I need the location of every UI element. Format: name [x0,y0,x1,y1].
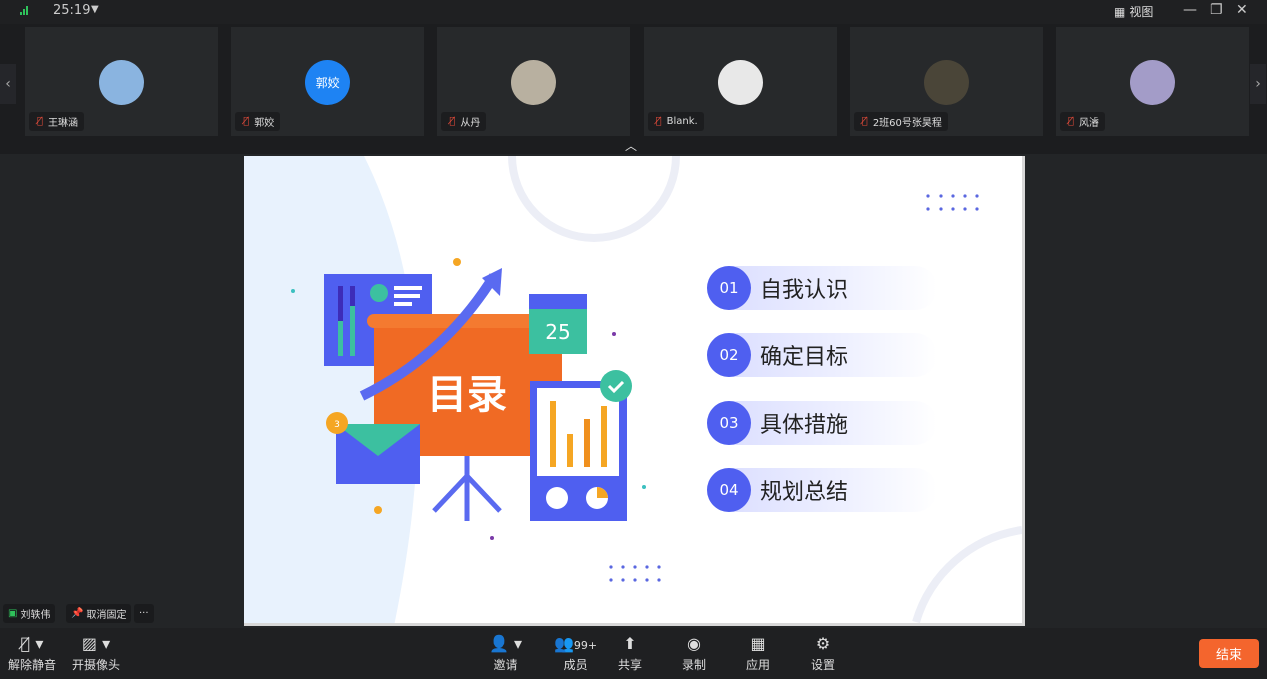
view-button[interactable]: ▦ 视图 [1114,3,1153,20]
more-button[interactable]: ··· [134,604,154,623]
grid-icon: ▦ [1114,4,1126,19]
settings-button[interactable]: ⚙ 设置 [811,634,835,673]
participant-tile[interactable]: 🎙̸ Blank. [643,27,837,136]
camera-off-icon: ▨ ▾ [81,634,111,653]
end-meeting-button[interactable]: 结束 [1199,639,1259,668]
scroll-right-button[interactable]: › [1250,64,1266,104]
participant-tile[interactable]: 🎙̸ 王琳涵 [25,27,218,136]
active-speaker-tag: ▣ 刘轶伟 [3,604,56,623]
participant-name-tag: 🎙̸ 2班60号张昊程 [853,112,948,131]
unpin-button[interactable]: 📌 取消固定 [66,604,132,623]
envelope-badge: 3 [334,420,340,430]
slide-illustration: 目录 25 3 [244,156,1022,623]
participant-avatar [99,60,144,105]
invite-button[interactable]: 👤 ▾ 邀请 [489,634,522,673]
toc-label: 规划总结 [760,479,849,505]
close-button[interactable]: ✕ [1236,2,1248,18]
shared-screen-area: 目录 25 3 01 自我认识 02 确定目标 03 具体措施 04 规划总结 [0,154,1267,628]
pin-icon: 📌 [71,608,84,619]
meeting-timer: 25:19 [53,3,91,18]
participant-name-tag: 🎙̸ Blank. [647,112,704,131]
share-button[interactable]: ⬆ 共享 [618,634,642,673]
top-bar: 25:19 ▼ ▦ 视图 — ❐ ✕ [0,0,1267,24]
toc-item: 03 具体措施 [707,400,937,445]
record-button[interactable]: ◉ 录制 [682,634,706,673]
meeting-toolbar: 🎙̸ ▾ 解除静音 ▨ ▾ 开摄像头 👤 ▾ 邀请 👥99+ 成员 ⬆ 共享 ◉ 录制 ▦ 应… [0,628,1267,679]
calendar-day: 25 [545,320,570,344]
participant-strip: ‹ › 🎙̸ 王琳涵 郭姣 🎙̸ 郭姣 🎙̸ 从丹 🎙̸ Blank. 🎙̸ 2班60号张昊… [0,24,1267,154]
participant-tile[interactable]: 🎙̸ 2班60号张昊程 [849,27,1043,136]
invite-icon: 👤 ▾ [489,634,523,653]
background-ring-bottom [912,526,1022,623]
participant-avatar: 郭姣 [305,60,351,105]
toc-label: 确定目标 [760,345,849,371]
participant-tile[interactable]: 🎙̸ 风濬 [1056,27,1249,136]
minimize-button[interactable]: — [1183,2,1197,18]
participant-avatar [717,60,763,105]
toc-number: 04 [707,467,751,512]
share-icon: ⬆ [623,634,637,653]
record-icon: ◉ [687,634,701,653]
participant-name-tag: 🎙̸ 郭姣 [235,112,281,131]
participant-name-tag: 🎙̸ 王琳涵 [29,112,85,131]
participant-avatar [511,60,557,105]
dot-grid [609,194,979,582]
participant-avatar [923,60,969,105]
scroll-left-button[interactable]: ‹ [0,64,16,104]
collapse-strip-button[interactable]: ︿ [625,137,637,154]
speaker-icon: ▣ [8,608,18,619]
toc-number: 02 [707,333,751,378]
participant-name-tag: 🎙̸ 从丹 [441,112,487,131]
apps-button[interactable]: ▦ 应用 [746,634,770,673]
participant-avatar [1130,60,1175,105]
apps-icon: ▦ [750,634,766,653]
presentation-slide: 目录 25 3 01 自我认识 02 确定目标 03 具体措施 04 规划总结 [244,156,1025,626]
participant-name-tag: 🎙̸ 风濬 [1060,112,1106,131]
muted-mic-icon: 🎙̸ [861,116,868,127]
gear-icon: ⚙ [815,634,831,653]
muted-mic-icon: 🎙̸ [37,116,44,127]
members-icon: 👥99+ [554,634,598,653]
toc-number: 03 [707,400,751,445]
signal-icon [20,6,30,15]
toc-label: 自我认识 [760,278,849,303]
participant-tile[interactable]: 郭姣 🎙̸ 郭姣 [231,27,425,136]
toc-number: 01 [707,266,751,310]
muted-mic-icon: 🎙̸ [655,116,662,127]
start-camera-button[interactable]: ▨ ▾ 开摄像头 [72,634,120,673]
muted-mic-icon: 🎙̸ ▾ [20,634,44,653]
participant-tile[interactable]: 🎙̸ 从丹 [437,27,631,136]
toc-item: 02 确定目标 [707,333,937,378]
muted-mic-icon: 🎙̸ [243,116,250,127]
restore-button[interactable]: ❐ [1210,2,1223,18]
slide-title: 目录 [427,372,507,418]
muted-mic-icon: 🎙̸ [1068,116,1075,127]
toc-label: 具体措施 [760,412,849,438]
unmute-button[interactable]: 🎙̸ ▾ 解除静音 [8,634,56,673]
timer-dropdown-icon[interactable]: ▼ [91,4,99,15]
members-button[interactable]: 👥99+ 成员 [554,634,597,673]
background-ring-top [508,156,680,242]
toc-item: 01 自我认识 [707,266,937,310]
muted-mic-icon: 🎙̸ [449,116,456,127]
toc-item: 04 规划总结 [707,467,937,512]
